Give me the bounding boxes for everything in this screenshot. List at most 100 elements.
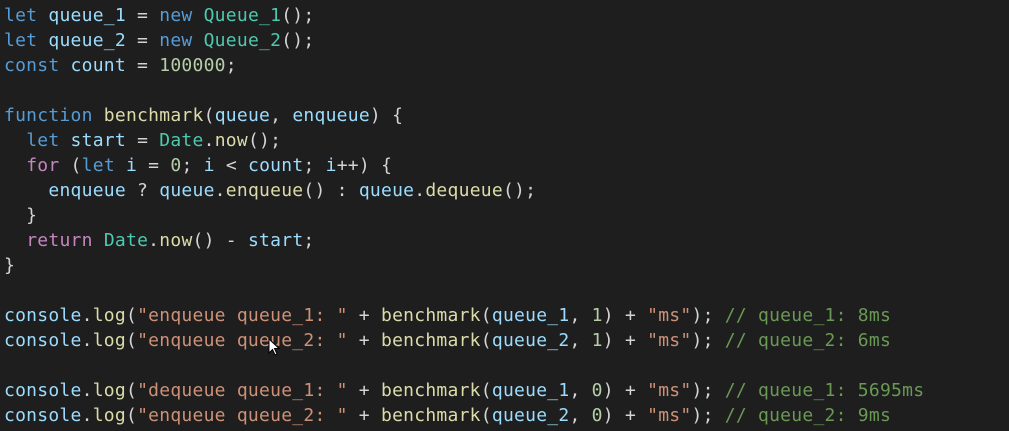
- code-line[interactable]: let queue_2 = new Queue_2();: [4, 28, 924, 53]
- code-token: .: [203, 130, 215, 151]
- code-line[interactable]: let start = Date.now();: [4, 128, 924, 153]
- code-token: ++) {: [336, 155, 393, 176]
- code-token: start: [247, 230, 304, 251]
- code-line[interactable]: let queue_1 = new Queue_1();: [4, 3, 924, 28]
- code-line[interactable]: }: [4, 203, 924, 228]
- code-token: ) {: [369, 105, 404, 126]
- code-token: ,: [569, 380, 592, 401]
- code-token: .: [214, 180, 226, 201]
- code-token: dequeue: [425, 180, 503, 201]
- code-token: +: [347, 330, 381, 351]
- code-token: (: [480, 330, 492, 351]
- code-token: ;: [225, 55, 237, 76]
- code-token: now: [159, 230, 193, 251]
- code-token: enqueue: [292, 105, 370, 126]
- code-token: (: [125, 380, 138, 401]
- code-token: +: [347, 380, 381, 401]
- code-token: let: [26, 130, 60, 151]
- code-line[interactable]: [4, 78, 924, 103]
- code-token: console: [4, 380, 82, 401]
- code-token: .: [81, 330, 93, 351]
- code-token: benchmark: [380, 405, 481, 426]
- code-line[interactable]: const count = 100000;: [4, 53, 924, 78]
- code-token: "enqueue queue_1: ": [137, 305, 348, 326]
- code-token: let: [81, 155, 115, 176]
- code-token: "ms": [647, 405, 692, 426]
- code-token: }: [4, 255, 16, 276]
- code-token: ();: [281, 5, 315, 26]
- code-token: benchmark: [103, 105, 204, 126]
- code-token: =: [125, 30, 160, 51]
- code-token: return: [26, 230, 93, 251]
- code-line[interactable]: console.log("enqueue queue_2: " + benchm…: [4, 403, 924, 428]
- code-token: (: [203, 105, 215, 126]
- code-token: (: [125, 405, 138, 426]
- code-token: ,: [569, 330, 592, 351]
- code-token: new: [159, 5, 193, 26]
- code-line[interactable]: [4, 278, 924, 303]
- code-token: (: [480, 305, 492, 326]
- code-token: console: [4, 305, 82, 326]
- code-area[interactable]: let queue_1 = new Queue_1(); let queue_2 …: [4, 3, 924, 428]
- code-line[interactable]: function benchmark(queue, enqueue) {: [4, 103, 924, 128]
- code-token: // queue_1: 8ms: [724, 305, 892, 326]
- code-token: ?: [125, 180, 160, 201]
- code-token: "enqueue queue_2: ": [137, 330, 348, 351]
- code-token: (: [480, 405, 492, 426]
- code-token: count: [248, 155, 304, 176]
- code-line[interactable]: for (let i = 0; i < count; i++) {: [4, 153, 924, 178]
- code-token: ) +: [602, 305, 648, 326]
- code-token: queue: [159, 180, 215, 201]
- code-line[interactable]: }: [4, 253, 924, 278]
- code-token: now: [214, 130, 248, 151]
- code-token: }: [4, 205, 38, 226]
- code-token: 100000: [159, 55, 226, 76]
- code-token: .: [414, 180, 426, 201]
- code-token: let: [4, 30, 38, 51]
- code-token: queue_2: [491, 405, 570, 426]
- code-token: ;: [303, 230, 315, 251]
- code-token: i: [203, 155, 215, 176]
- code-token: log: [92, 380, 126, 401]
- code-token: "dequeue queue_1: ": [137, 380, 348, 401]
- code-token: queue_1: [491, 305, 570, 326]
- code-token: <: [214, 155, 248, 176]
- code-token: // queue_1: 5695ms: [724, 380, 925, 401]
- code-line[interactable]: console.log("enqueue queue_1: " + benchm…: [4, 303, 924, 328]
- code-token: =: [125, 5, 160, 26]
- code-token: "ms": [647, 330, 692, 351]
- code-token: enqueue: [48, 180, 126, 201]
- code-token: ,: [569, 305, 592, 326]
- code-token: console: [4, 405, 82, 426]
- code-line[interactable]: return Date.now() - start;: [4, 228, 924, 253]
- code-token: count: [70, 55, 126, 76]
- code-token: function: [4, 105, 93, 126]
- code-token: ) +: [602, 330, 648, 351]
- code-editor[interactable]: let queue_1 = new Queue_1(); let queue_2 …: [0, 0, 1009, 431]
- code-token: queue_1: [48, 5, 126, 26]
- code-token: );: [691, 380, 725, 401]
- code-token: console: [4, 330, 82, 351]
- code-line[interactable]: console.log("enqueue queue_2: " + benchm…: [4, 328, 924, 353]
- code-line[interactable]: enqueue ? queue.enqueue() : queue.dequeu…: [4, 178, 924, 203]
- code-token: "enqueue queue_2: ": [137, 405, 348, 426]
- code-token: queue_2: [491, 330, 570, 351]
- code-token: ();: [502, 180, 537, 201]
- code-line[interactable]: [4, 353, 924, 378]
- code-line[interactable]: console.log("dequeue queue_1: " + benchm…: [4, 378, 924, 403]
- code-token: (: [480, 380, 492, 401]
- code-token: +: [347, 305, 381, 326]
- code-token: (: [125, 305, 138, 326]
